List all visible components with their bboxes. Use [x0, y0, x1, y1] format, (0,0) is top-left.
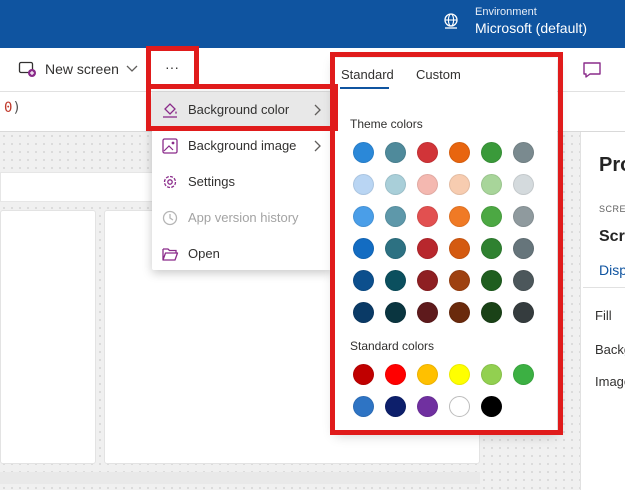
- standard-colors-label: Standard colors: [350, 339, 435, 353]
- theme-color-swatch[interactable]: [417, 174, 438, 195]
- canvas-screen-card[interactable]: [0, 210, 96, 464]
- theme-color-swatch[interactable]: [481, 238, 502, 259]
- tab-custom[interactable]: Custom: [416, 67, 461, 82]
- theme-color-swatch[interactable]: [353, 238, 374, 259]
- theme-color-swatch[interactable]: [449, 206, 470, 227]
- formula-text[interactable]: 0): [4, 100, 21, 116]
- menu-label: Background image: [188, 138, 297, 153]
- theme-color-swatch[interactable]: [513, 174, 534, 195]
- prop-fill[interactable]: Fill: [595, 308, 612, 323]
- menu-item-background-color[interactable]: Background color: [152, 92, 332, 128]
- theme-color-swatch[interactable]: [353, 142, 374, 163]
- screen-caption: SCREE: [599, 204, 625, 214]
- more-commands-menu: Background color Background image Settin…: [152, 92, 332, 270]
- menu-label: App version history: [188, 210, 299, 225]
- new-screen-label: New screen: [45, 61, 119, 77]
- standard-color-swatch[interactable]: [385, 364, 406, 385]
- theme-color-swatch[interactable]: [417, 206, 438, 227]
- new-screen-button[interactable]: New screen: [18, 60, 138, 78]
- theme-color-swatch[interactable]: [353, 270, 374, 291]
- environment-value[interactable]: Microsoft (default): [475, 20, 587, 36]
- standard-color-swatch[interactable]: [417, 364, 438, 385]
- menu-label: Background color: [188, 102, 290, 117]
- standard-color-swatch[interactable]: [353, 396, 374, 417]
- theme-color-swatch[interactable]: [353, 174, 374, 195]
- theme-color-swatch[interactable]: [513, 302, 534, 323]
- properties-title: Pro: [599, 154, 625, 176]
- prop-background-image[interactable]: Backg: [595, 342, 625, 357]
- standard-color-swatch[interactable]: [513, 364, 534, 385]
- theme-color-swatch[interactable]: [449, 142, 470, 163]
- comment-icon[interactable]: [582, 61, 602, 79]
- theme-color-swatch[interactable]: [417, 142, 438, 163]
- theme-color-swatch[interactable]: [481, 270, 502, 291]
- image-icon: [162, 138, 178, 154]
- theme-color-swatch[interactable]: [449, 238, 470, 259]
- theme-color-swatch[interactable]: [513, 206, 534, 227]
- theme-color-swatch[interactable]: [481, 174, 502, 195]
- color-picker-panel: Standard Custom Theme colors Standard co…: [335, 58, 557, 432]
- folder-open-icon: [162, 248, 179, 261]
- chevron-right-icon: [314, 104, 321, 116]
- tab-divider: [583, 287, 625, 288]
- theme-color-swatch[interactable]: [449, 174, 470, 195]
- standard-color-swatch[interactable]: [417, 396, 438, 417]
- standard-color-swatch[interactable]: [481, 396, 502, 417]
- menu-item-open[interactable]: Open: [152, 236, 332, 272]
- standard-color-swatch[interactable]: [481, 364, 502, 385]
- theme-color-swatch[interactable]: [353, 302, 374, 323]
- menu-item-background-image[interactable]: Background image: [152, 128, 332, 164]
- theme-color-swatch[interactable]: [385, 142, 406, 163]
- chevron-down-icon: [126, 65, 138, 72]
- theme-color-swatch[interactable]: [513, 270, 534, 291]
- theme-color-swatch[interactable]: [417, 270, 438, 291]
- prop-image-position[interactable]: Image: [595, 374, 625, 389]
- formula-close-paren: ): [12, 100, 21, 116]
- theme-color-swatch[interactable]: [385, 270, 406, 291]
- properties-panel: Pro SCREE Scre Disp Fill Backg Image: [580, 132, 625, 490]
- theme-color-swatch[interactable]: [417, 302, 438, 323]
- theme-color-swatch[interactable]: [385, 238, 406, 259]
- menu-item-settings[interactable]: Settings: [152, 164, 332, 200]
- theme-color-swatch[interactable]: [449, 270, 470, 291]
- theme-color-swatch[interactable]: [417, 238, 438, 259]
- menu-label: Open: [188, 246, 220, 261]
- theme-color-swatch[interactable]: [385, 206, 406, 227]
- standard-color-swatch[interactable]: [449, 364, 470, 385]
- gear-icon: [163, 175, 177, 189]
- theme-color-swatch[interactable]: [385, 174, 406, 195]
- theme-color-swatch[interactable]: [481, 206, 502, 227]
- menu-label: Settings: [188, 174, 235, 189]
- history-icon: [162, 210, 178, 226]
- theme-color-swatch[interactable]: [513, 142, 534, 163]
- environment-globe-icon[interactable]: [442, 12, 460, 30]
- standard-color-swatch[interactable]: [353, 364, 374, 385]
- theme-color-swatch[interactable]: [481, 142, 502, 163]
- tab-display[interactable]: Disp: [599, 262, 625, 278]
- new-screen-icon: [18, 61, 36, 77]
- theme-color-swatch[interactable]: [385, 302, 406, 323]
- chevron-right-icon: [314, 140, 321, 152]
- theme-color-swatch[interactable]: [449, 302, 470, 323]
- screen-name: Scre: [599, 228, 625, 245]
- standard-color-swatch[interactable]: [385, 396, 406, 417]
- theme-color-swatch[interactable]: [481, 302, 502, 323]
- tab-standard[interactable]: Standard: [341, 67, 394, 82]
- menu-item-app-version-history: App version history: [152, 200, 332, 236]
- selected-tab-indicator: [340, 87, 389, 89]
- environment-label: Environment: [475, 6, 537, 18]
- top-bar: Environment Microsoft (default): [0, 0, 625, 48]
- paint-bucket-icon: [163, 103, 177, 118]
- theme-color-swatch[interactable]: [353, 206, 374, 227]
- standard-color-swatch[interactable]: [449, 396, 470, 417]
- theme-color-swatch[interactable]: [513, 238, 534, 259]
- theme-colors-label: Theme colors: [350, 117, 423, 131]
- more-commands-button[interactable]: ···: [154, 56, 190, 84]
- canvas-scrollbar[interactable]: [0, 472, 480, 484]
